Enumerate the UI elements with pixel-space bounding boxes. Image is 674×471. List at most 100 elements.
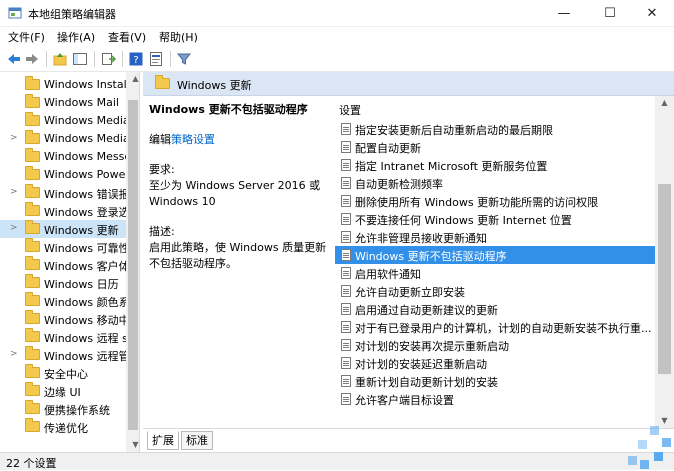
list-item-label: 允许非管理员接收更新通知	[355, 232, 487, 245]
list-item[interactable]: 允许非管理员接收更新通知	[335, 228, 655, 246]
tree-item[interactable]: 传递优化	[0, 418, 126, 436]
toolbar-separator	[170, 51, 171, 67]
expander-icon[interactable]: >	[10, 223, 18, 233]
list-item[interactable]: 允许客户端目标设置	[335, 390, 655, 408]
menu-view[interactable]: 查看(V)	[108, 29, 146, 45]
expander-icon[interactable]: >	[10, 133, 18, 143]
folder-icon	[25, 202, 40, 216]
policy-setting-icon	[341, 177, 351, 189]
tree-item-label: 边缘 UI	[44, 386, 81, 399]
content-pane: Windows 更新 Windows 更新不包括驱动程序 编辑策略设置 要求: 至…	[143, 72, 674, 452]
show-hide-tree-icon[interactable]	[72, 51, 88, 67]
tree-item[interactable]: > Windows 错误报告	[0, 184, 139, 202]
tree-item[interactable]: Windows PowerShell	[0, 166, 139, 184]
menu-file[interactable]: 文件(F)	[8, 29, 45, 45]
list-item-label: 删除使用所有 Windows 更新功能所需的访问权限	[355, 196, 599, 209]
list-item-label: 允许客户端目标设置	[355, 394, 454, 407]
tree-item[interactable]: Windows 日历	[0, 274, 126, 292]
tab-standard[interactable]: 标准	[181, 431, 213, 450]
folder-icon	[25, 256, 40, 270]
list-item[interactable]: 对于有已登录用户的计算机，计划的自动更新安装不执行重...	[335, 318, 655, 336]
tree-item[interactable]: Windows 远程 shell	[0, 328, 139, 346]
folder-icon	[25, 400, 40, 414]
tree-item-label: 安全中心	[44, 368, 88, 381]
list-item[interactable]: 删除使用所有 Windows 更新功能所需的访问权限	[335, 192, 655, 210]
policy-setting-icon	[341, 393, 351, 405]
tree-scroll-thumb[interactable]	[128, 100, 138, 430]
filter-icon[interactable]	[176, 51, 192, 67]
list-item[interactable]: 允许自动更新立即安装	[335, 282, 655, 300]
list-item-label: Windows 更新不包括驱动程序	[355, 250, 507, 263]
policy-setting-icon	[341, 321, 351, 333]
list-item[interactable]: 对计划的安装再次提示重新启动	[335, 336, 655, 354]
list-item-selected[interactable]: Windows 更新不包括驱动程序	[335, 246, 655, 264]
tab-extended[interactable]: 扩展	[147, 431, 179, 450]
tree-item-label: 传递优化	[44, 422, 88, 435]
settings-scroll-thumb[interactable]	[658, 184, 671, 374]
list-item-label: 允许自动更新立即安装	[355, 286, 465, 299]
policy-editor-icon	[8, 7, 22, 19]
folder-icon	[25, 184, 40, 198]
tree-item[interactable]: Windows 颜色系统	[0, 292, 139, 310]
properties-icon[interactable]	[148, 51, 164, 67]
tree-item-windows-update[interactable]: > Windows 更新	[0, 220, 126, 238]
folder-icon	[25, 418, 40, 432]
settings-scrollbar[interactable]: ▲ ▼	[655, 96, 674, 428]
tree-item[interactable]: Windows 登录选项	[0, 202, 139, 220]
requirements-text: 至少为 Windows Server 2016 或 Windows 10	[149, 179, 321, 208]
list-item[interactable]: 重新计划自动更新计划的安装	[335, 372, 655, 390]
help-icon[interactable]: ?	[128, 51, 144, 67]
folder-icon	[25, 346, 40, 360]
folder-icon	[25, 148, 40, 162]
tree-item[interactable]: > Windows Media Player	[0, 130, 139, 148]
tree-item[interactable]: Windows 可靠性分析	[0, 238, 139, 256]
tree-item[interactable]: 边缘 UI	[0, 382, 126, 400]
list-item-label: 自动更新检测频率	[355, 178, 443, 191]
tree-item[interactable]: 便携操作系统	[0, 400, 126, 418]
scroll-up-icon[interactable]: ▲	[126, 72, 139, 86]
list-item[interactable]: 指定 Intranet Microsoft 更新服务位置	[335, 156, 655, 174]
tree-item[interactable]: Windows Installer	[0, 76, 139, 94]
folder-icon	[25, 364, 40, 378]
tree-scrollbar[interactable]: ▲ ▼	[126, 72, 139, 452]
scroll-up-icon[interactable]: ▲	[655, 96, 674, 110]
tree-item[interactable]: 安全中心	[0, 364, 126, 382]
list-item[interactable]: 启用通过自动更新建议的更新	[335, 300, 655, 318]
list-item[interactable]: 启用软件通知	[335, 264, 655, 282]
close-button[interactable]: ✕	[630, 0, 674, 27]
minimize-button[interactable]: —	[542, 0, 586, 27]
tree-item[interactable]: Windows 客户体验改善计划	[0, 256, 139, 274]
menu-action[interactable]: 操作(A)	[57, 29, 95, 45]
settings-column-header[interactable]: 设置	[339, 102, 361, 118]
edit-policy-link[interactable]: 策略设置	[171, 133, 215, 146]
list-item[interactable]: 不要连接任何 Windows 更新 Internet 位置	[335, 210, 655, 228]
tree-item-label: Windows 更新	[44, 224, 119, 237]
list-item[interactable]: 配置自动更新	[335, 138, 655, 156]
forward-arrow-icon[interactable]	[24, 51, 40, 67]
policy-setting-icon	[341, 123, 351, 135]
back-arrow-icon[interactable]	[6, 51, 22, 67]
menu-help[interactable]: 帮助(H)	[159, 29, 198, 45]
folder-icon	[25, 220, 40, 234]
scroll-down-icon[interactable]: ▼	[126, 438, 139, 452]
tree-item[interactable]: Windows Media Center	[0, 112, 139, 130]
expander-icon[interactable]: >	[10, 187, 18, 197]
description-label: 描述:	[149, 225, 175, 238]
policy-setting-icon	[341, 339, 351, 351]
expander-icon[interactable]: >	[10, 349, 18, 359]
up-folder-icon[interactable]	[52, 51, 68, 67]
export-list-icon[interactable]	[100, 51, 116, 67]
maximize-button[interactable]: ☐	[588, 0, 632, 27]
folder-icon	[25, 94, 40, 108]
list-item[interactable]: 自动更新检测频率	[335, 174, 655, 192]
list-item[interactable]: 指定安装更新后自动重新启动的最后期限	[335, 120, 655, 138]
edit-line: 编辑策略设置	[149, 132, 329, 148]
policy-setting-icon	[341, 267, 351, 279]
tree-item[interactable]: Windows Mail	[0, 94, 126, 112]
tree-item[interactable]: > Windows 远程管理(Windows Remote Management…	[0, 346, 139, 364]
list-item[interactable]: 对计划的安装延迟重新启动	[335, 354, 655, 372]
tree-item[interactable]: Windows Messenger	[0, 148, 139, 166]
status-bar: 22 个设置	[0, 452, 674, 470]
tree-item[interactable]: Windows 移动中心	[0, 310, 139, 328]
toolbar: ?	[0, 47, 674, 72]
